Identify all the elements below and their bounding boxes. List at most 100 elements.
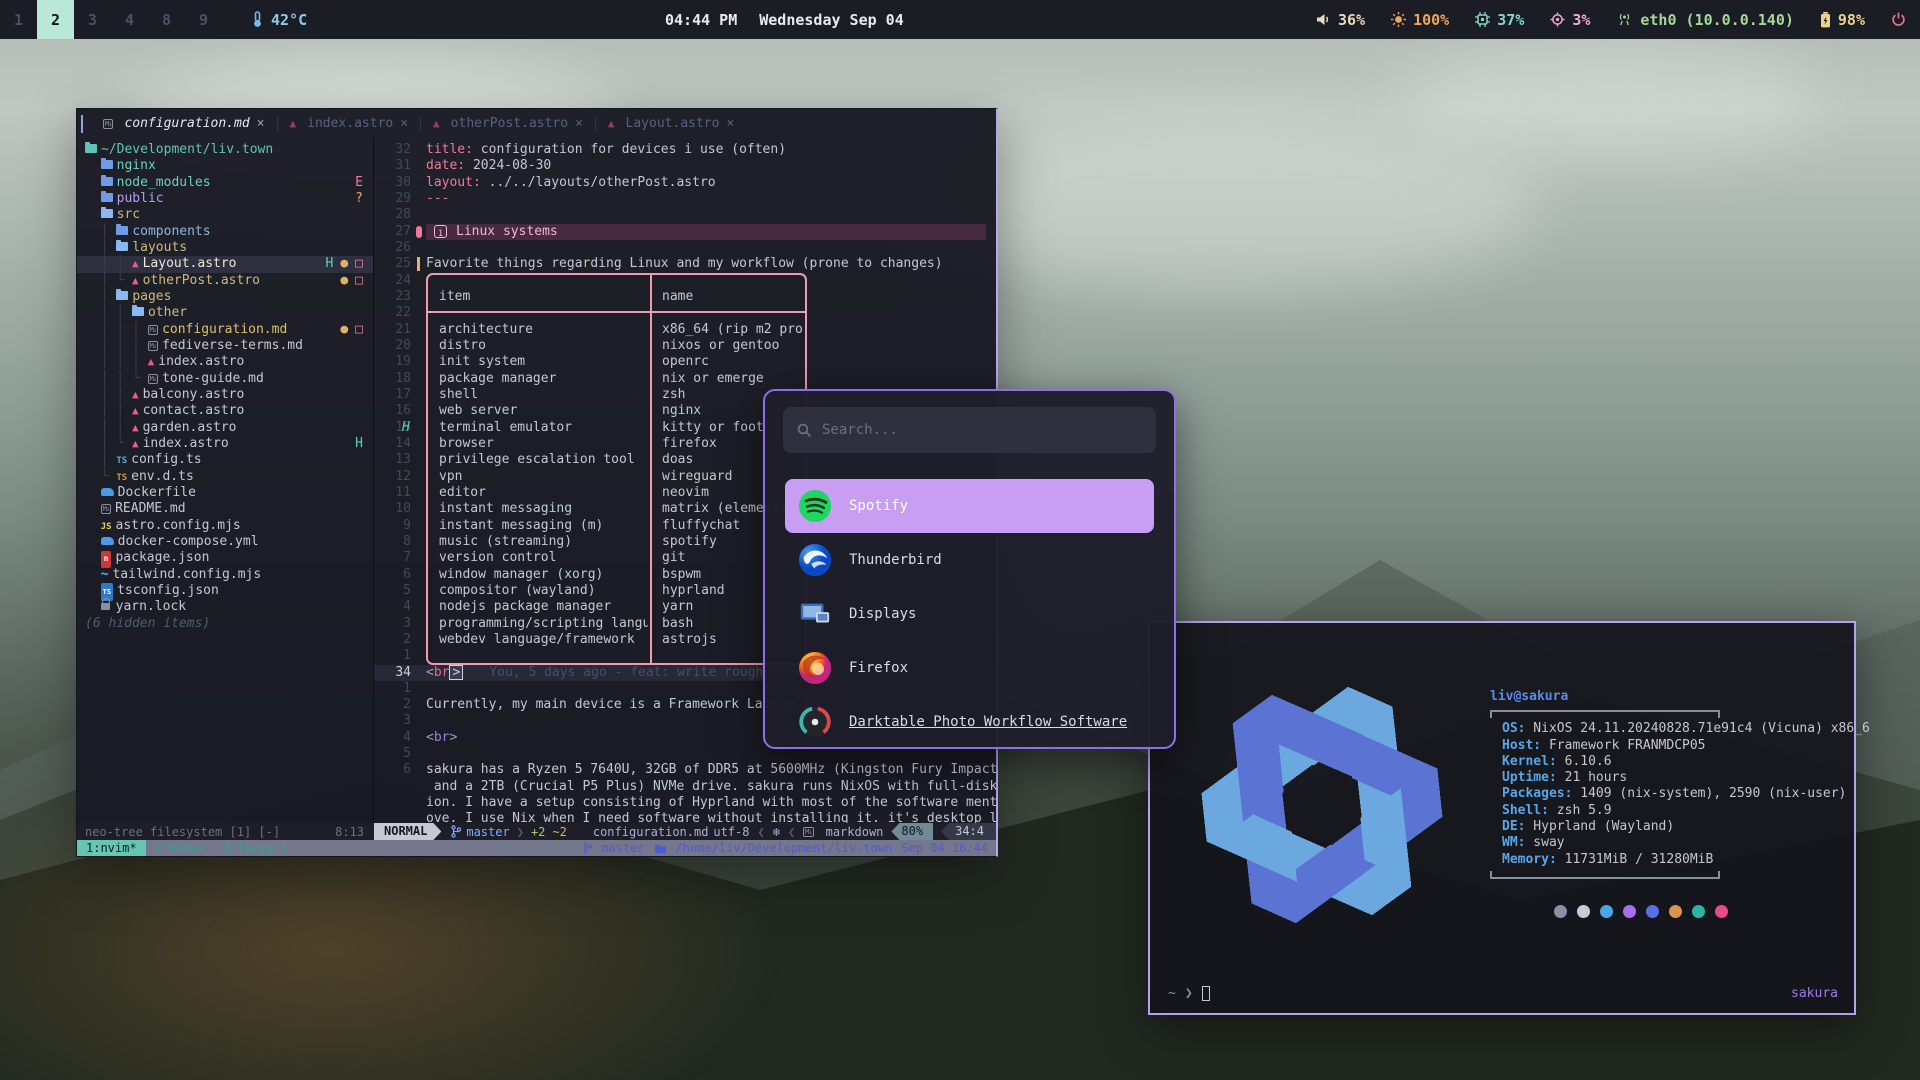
launcher-search[interactable]: [783, 407, 1156, 453]
launcher-item-firefox[interactable]: Firefox: [785, 641, 1154, 695]
file-icon: [101, 488, 114, 496]
launcher-item-displays[interactable]: Displays: [785, 587, 1154, 641]
tree-item-src[interactable]: src: [77, 207, 373, 223]
tree-item-public[interactable]: public?: [77, 191, 373, 207]
tree-item-index-astro[interactable]: │ └ ▲index.astroH: [77, 436, 373, 452]
heading-sign: [416, 226, 422, 238]
tab-close-icon[interactable]: ×: [726, 116, 734, 131]
workspace-button[interactable]: 4: [111, 0, 148, 39]
tree-item-Layout-astro[interactable]: │ │ ▲Layout.astroH●□: [77, 256, 373, 272]
tree-item-label: components: [132, 224, 210, 239]
tree-item-other[interactable]: │ │ other: [77, 305, 373, 321]
tree-item-env-d-ts[interactable]: └ TSenv.d.ts: [77, 469, 373, 485]
clock-module[interactable]: 04:44 PM Wednesday Sep 04: [665, 0, 904, 39]
workspace-button[interactable]: 3: [74, 0, 111, 39]
tab-close-icon[interactable]: ×: [257, 116, 265, 131]
indent-guide: │: [85, 289, 116, 304]
workspace-button[interactable]: 2: [37, 0, 74, 39]
tree-item-fediverse-terms-md[interactable]: │ │ │ M↓fediverse-terms.md: [77, 338, 373, 354]
module-power[interactable]: [1891, 12, 1906, 27]
file-icon: JS: [101, 522, 112, 532]
launcher-item-spotify[interactable]: Spotify: [785, 479, 1154, 533]
search-input[interactable]: [822, 422, 1142, 438]
tree-item-nginx[interactable]: nginx: [77, 158, 373, 174]
html-tag: <br>: [426, 730, 457, 745]
workspace-button[interactable]: 1: [0, 0, 37, 39]
yaml-value: 2024-08-30: [465, 158, 551, 173]
buffer-line: 20distronixos or gentoo: [374, 338, 996, 354]
tree-item-yarn-lock[interactable]: yarn.lock: [77, 599, 373, 615]
neotree-status-pos: 8:13: [335, 825, 364, 839]
tree-item-tone-guide-md[interactable]: │ │ └ M↓tone-guide.md: [77, 371, 373, 387]
tree-item-tsconfig-json[interactable]: TStsconfig.json: [77, 583, 373, 599]
editor-tab-Layout-astro[interactable]: ▲Layout.astro×: [596, 116, 746, 131]
clock-time: 04:44 PM: [665, 11, 737, 29]
tree-item---Development-liv-town[interactable]: ~/Development/liv.town: [77, 142, 373, 158]
tree-item-contact-astro[interactable]: │ │ ▲contact.astro: [77, 403, 373, 419]
tree-item-tailwind-config-mjs[interactable]: ~tailwind.config.mjs: [77, 567, 373, 583]
fetch-info: liv@sakura OS: NixOS 24.11.20240828.71e9…: [1490, 689, 1870, 918]
fetch-row-os: OS: NixOS 24.11.20240828.71e91c4 (Vicuna…: [1490, 721, 1870, 737]
tab-close-icon[interactable]: ×: [400, 116, 408, 131]
tree-item-label: docker-compose.yml: [118, 534, 259, 549]
indent-guide: │ └: [85, 436, 132, 451]
tree-item-node_modules[interactable]: node_modulesE: [77, 175, 373, 191]
file-icon: M↓: [148, 374, 158, 384]
tree-item-configuration-md[interactable]: │ │ │ M↓configuration.md●□: [77, 322, 373, 338]
shell-prompt[interactable]: ~ ❯: [1168, 986, 1210, 1001]
tab-label: index.astro: [307, 116, 393, 131]
tmux-window-3lazygit[interactable]: 3:lazygit: [214, 840, 297, 856]
tmux-path: /home/liv/Development/liv.town: [676, 841, 893, 855]
module-brightness[interactable]: 100%: [1391, 11, 1449, 29]
module-cpu[interactable]: 37%: [1475, 11, 1524, 29]
markdown-table-row: package managernix or emerge: [426, 371, 807, 387]
statusline-filename: configuration.md: [593, 825, 709, 839]
tab-close-icon[interactable]: ×: [575, 116, 583, 131]
module-value: 98%: [1838, 11, 1865, 29]
line-number: 10: [374, 501, 411, 517]
launcher-item-thunderbird[interactable]: Thunderbird: [785, 533, 1154, 587]
tree-item-config-ts[interactable]: │ TSconfig.ts: [77, 452, 373, 468]
tmux-window-1nvim[interactable]: 1:nvim*: [77, 840, 146, 856]
markdown-table-row: [426, 305, 807, 321]
file-icon: TS: [116, 473, 127, 483]
tree-item-layouts[interactable]: │ layouts: [77, 240, 373, 256]
line-number: 24: [374, 273, 411, 289]
tree-item-README-md[interactable]: M↓README.md: [77, 501, 373, 517]
line-number: 2: [374, 632, 411, 648]
tree-item-otherPost-astro[interactable]: │ └ ▲otherPost.astro●□: [77, 273, 373, 289]
table-cell-item: instant messaging: [428, 501, 648, 517]
module-gpu[interactable]: 3%: [1550, 11, 1590, 29]
tree-item-astro-config-mjs[interactable]: JSastro.config.mjs: [77, 518, 373, 534]
tree-item-Dockerfile[interactable]: Dockerfile: [77, 485, 373, 501]
git-status-markers: E: [355, 175, 363, 191]
workspace-button[interactable]: 8: [148, 0, 185, 39]
tree-item-components[interactable]: │ components: [77, 224, 373, 240]
tree-item-label: index.astro: [158, 354, 244, 369]
module-network[interactable]: eth0 (10.0.0.140): [1616, 11, 1794, 29]
tree-item-garden-astro[interactable]: │ │ ▲garden.astro: [77, 420, 373, 436]
indent-guide: [85, 534, 101, 549]
tree-item-balcony-astro[interactable]: │ │ ▲balcony.astro: [77, 387, 373, 403]
editor-tab-index-astro[interactable]: ▲index.astro×: [278, 116, 421, 131]
tree-item-pages[interactable]: │ pages: [77, 289, 373, 305]
editor-tab-configuration-md[interactable]: M↓configuration.md×: [91, 116, 277, 131]
os-snowflake-icon: ❄: [773, 825, 780, 839]
module-volume[interactable]: 36%: [1316, 11, 1365, 29]
indent-guide: [85, 485, 101, 500]
tree-item--6-hidden-items-[interactable]: (6 hidden items): [77, 616, 373, 632]
workspace-button[interactable]: 9: [185, 0, 222, 39]
tree-item-docker-compose-yml[interactable]: docker-compose.yml: [77, 534, 373, 550]
table-cell-item: programming/scripting language: [428, 616, 648, 632]
volume-icon: [1316, 13, 1331, 26]
tree-item-package-json[interactable]: npackage.json: [77, 550, 373, 566]
neo-tree-sidebar[interactable]: ~/Development/liv.town nginx node_module…: [77, 138, 374, 823]
launcher-item-darktable[interactable]: Darktable Photo Workflow Software: [785, 695, 1154, 749]
folder-icon: [116, 242, 128, 251]
tree-item-index-astro[interactable]: │ │ │ ▲index.astro: [77, 354, 373, 370]
tmux-window-2node[interactable]: 2:node-: [146, 840, 215, 856]
editor-tab-otherPost-astro[interactable]: ▲otherPost.astro×: [421, 116, 595, 131]
module-battery[interactable]: 98%: [1820, 11, 1865, 29]
indent-guide: [85, 501, 101, 516]
indent-guide: [85, 599, 101, 614]
